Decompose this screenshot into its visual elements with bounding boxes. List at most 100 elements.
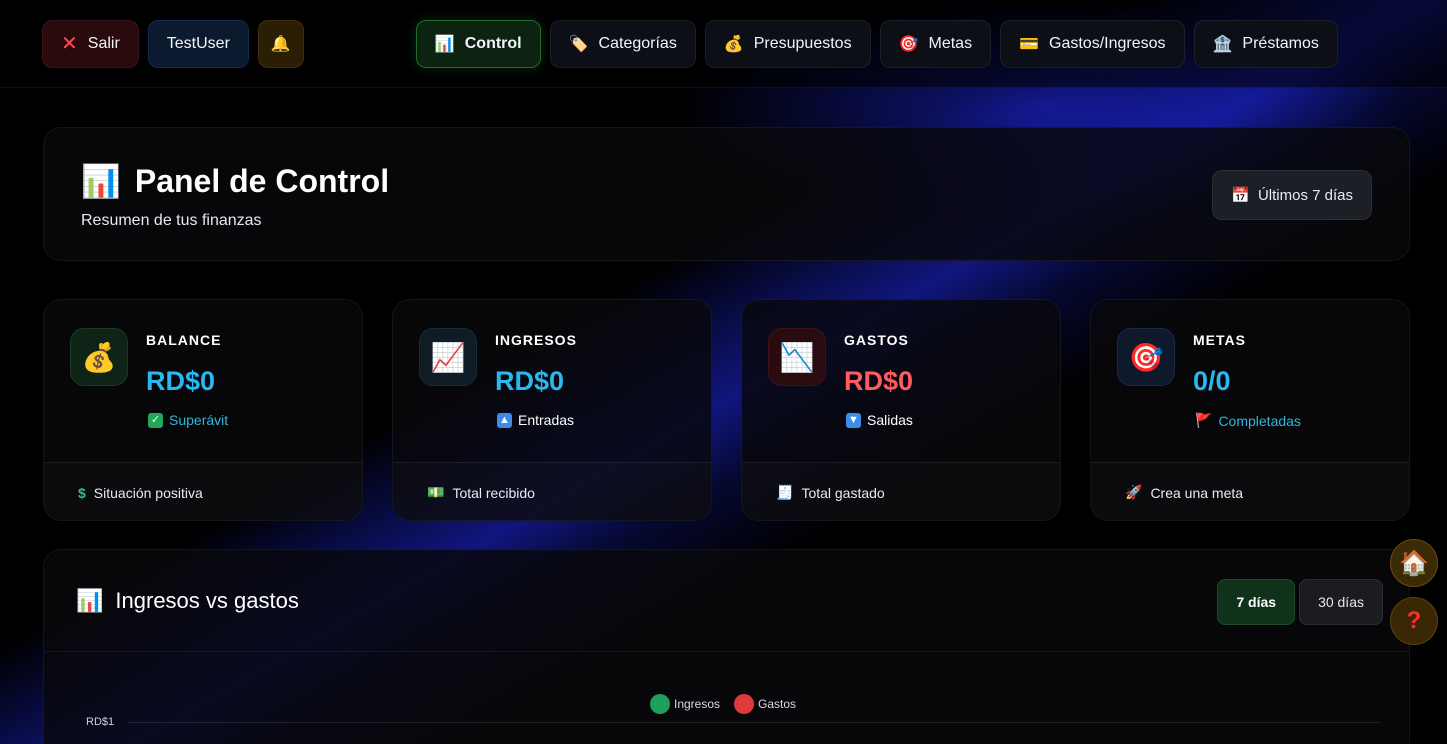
tab-30-dias[interactable]: 30 días (1299, 579, 1383, 625)
nav-left-group: ✕ Salir TestUser 🔔 (42, 19, 304, 68)
stat-footer-label: Total recibido (452, 484, 535, 501)
logout-label: Salir (87, 34, 120, 52)
stat-body: 💰 BALANCE RD$0 ✓ Superávit (44, 300, 362, 462)
title-row: 📊 Panel de Control (81, 162, 389, 200)
stat-card-ingresos: 📈 INGRESOS RD$0 ▲ Entradas 💵 Total recib… (392, 299, 712, 521)
dashboard-header-card: 📊 Panel de Control Resumen de tus finanz… (43, 127, 1410, 261)
bar-chart-icon: 📊 (81, 163, 121, 199)
chart-increasing-icon: 📈 (419, 328, 477, 386)
nav-item-label: Control (464, 34, 522, 52)
nav-item-gastos-ingresos[interactable]: 💳 Gastos/Ingresos (1000, 19, 1185, 68)
nav-item-label: Presupuestos (753, 34, 852, 52)
stat-footer: 🚀 Crea una meta (1091, 462, 1409, 520)
credit-card-icon: 💳 (1019, 35, 1039, 53)
money-bag-icon: 💰 (70, 328, 128, 386)
stat-footer-label: Total gastado (801, 484, 885, 501)
money-icon: 💵 (427, 484, 445, 500)
legend-swatch (734, 694, 755, 714)
nav-item-label: Préstamos (1242, 34, 1319, 52)
nav-item-label: Categorías (598, 34, 677, 52)
bar-chart-icon: 📊 (434, 35, 455, 53)
user-button[interactable]: TestUser (147, 19, 249, 68)
stat-value: 0/0 (1193, 366, 1231, 396)
stat-body: 🎯 METAS 0/0 🚩 Completadas (1091, 300, 1409, 462)
stat-body: 📉 GASTOS RD$0 ▼ Salidas (742, 300, 1060, 462)
stat-card-balance: 💰 BALANCE RD$0 ✓ Superávit $ Situación p… (43, 299, 363, 521)
stat-tag-label: Superávit (169, 412, 229, 428)
bell-icon: 🔔 (270, 35, 291, 53)
legend-item-gastos[interactable]: Gastos (734, 694, 796, 714)
stat-tag: 🚩 Completadas (1195, 412, 1301, 429)
nav-item-prestamos[interactable]: 🏦 Préstamos (1193, 19, 1338, 68)
house-icon: 🏠 (1399, 549, 1429, 577)
nav-menu: 📊 Control 🏷️ Categorías 💰 Presupuestos 🎯… (415, 19, 1338, 68)
stat-tag: ▼ Salidas (846, 412, 913, 428)
chart-card: 📊 Ingresos vs gastos 7 días 30 días Ingr… (43, 549, 1410, 744)
target-icon: 🎯 (898, 35, 919, 53)
stat-value: RD$0 (495, 366, 565, 396)
nav-item-metas[interactable]: 🎯 Metas (879, 19, 992, 68)
stat-label: BALANCE (146, 332, 222, 348)
chart-decreasing-icon: 📉 (768, 328, 826, 386)
chart-header: 📊 Ingresos vs gastos 7 días 30 días (44, 550, 1409, 652)
home-button[interactable]: 🏠 (1390, 539, 1438, 587)
y-axis-tick: RD$1 (86, 716, 115, 728)
calendar-icon: 📅 (1231, 187, 1250, 204)
page-title: Panel de Control (134, 162, 390, 199)
stat-footer: 💵 Total recibido (393, 462, 711, 520)
dollar-icon: $ (78, 484, 86, 501)
legend-swatch (650, 694, 670, 714)
legend-label: Gastos (758, 697, 797, 711)
stat-card-metas: 🎯 METAS 0/0 🚩 Completadas 🚀 Crea una met… (1090, 299, 1410, 521)
stat-body: 📈 INGRESOS RD$0 ▲ Entradas (393, 300, 711, 462)
logout-button[interactable]: ✕ Salir (42, 19, 139, 68)
stat-tag-label: Entradas (518, 412, 575, 428)
tab-7-dias[interactable]: 7 días (1217, 579, 1296, 625)
chart-title-label: Ingresos vs gastos (115, 588, 299, 613)
chart-legend: Ingresos Gastos (650, 694, 796, 714)
stat-card-gastos: 📉 GASTOS RD$0 ▼ Salidas 🧾 Total gastado (741, 299, 1061, 521)
arrow-down-icon: ▼ (846, 412, 861, 428)
grid-line (128, 722, 1381, 723)
date-range-button[interactable]: 📅 Últimos 7 días (1212, 170, 1372, 220)
nav-item-presupuestos[interactable]: 💰 Presupuestos (704, 19, 871, 68)
bar-chart-icon: 📊 (76, 588, 104, 613)
target-icon: 🎯 (1117, 328, 1175, 386)
arrow-up-icon: ▲ (497, 412, 512, 428)
chart-title: 📊 Ingresos vs gastos (76, 588, 299, 614)
page-subtitle: Resumen de tus finanzas (81, 212, 262, 229)
stat-footer-label: Crea una meta (1150, 484, 1244, 501)
nav-item-categorias[interactable]: 🏷️ Categorías (549, 19, 696, 68)
money-bag-icon: 💰 (723, 35, 744, 53)
notifications-button[interactable]: 🔔 (257, 19, 304, 68)
legend-item-ingresos[interactable]: Ingresos (650, 694, 720, 714)
nav-item-control[interactable]: 📊 Control (415, 19, 541, 68)
nav-item-label: Gastos/Ingresos (1049, 34, 1166, 52)
stat-label: METAS (1193, 332, 1246, 348)
user-label: TestUser (166, 34, 230, 52)
stat-tag-label: Salidas (867, 412, 913, 428)
bank-icon: 🏦 (1212, 35, 1233, 53)
receipt-icon: 🧾 (776, 484, 794, 500)
nav-item-label: Metas (928, 34, 973, 52)
stat-tag: ✓ Superávit (148, 412, 228, 428)
legend-label: Ingresos (674, 697, 721, 711)
stat-label: INGRESOS (495, 332, 577, 348)
stat-value: RD$0 (146, 366, 216, 396)
flag-icon: 🚩 (1195, 412, 1213, 428)
stat-footer: 🧾 Total gastado (742, 462, 1060, 520)
chart-range-tabs: 7 días 30 días (1217, 579, 1383, 625)
stat-footer: $ Situación positiva (44, 462, 362, 520)
stat-value: RD$0 (844, 366, 914, 396)
top-navbar: ✕ Salir TestUser 🔔 📊 Control 🏷️ Categorí… (0, 0, 1447, 88)
stat-label: GASTOS (844, 332, 909, 348)
stat-tag: ▲ Entradas (497, 412, 574, 428)
help-button[interactable]: ? (1390, 597, 1438, 645)
date-range-label: Últimos 7 días (1257, 186, 1353, 204)
close-icon: ✕ (61, 33, 78, 55)
question-icon: ? (1406, 607, 1422, 634)
stat-footer-label: Situación positiva (93, 484, 203, 501)
tag-icon: 🏷️ (568, 35, 589, 53)
stat-tag-label: Completadas (1218, 412, 1301, 429)
rocket-icon: 🚀 (1125, 484, 1143, 500)
